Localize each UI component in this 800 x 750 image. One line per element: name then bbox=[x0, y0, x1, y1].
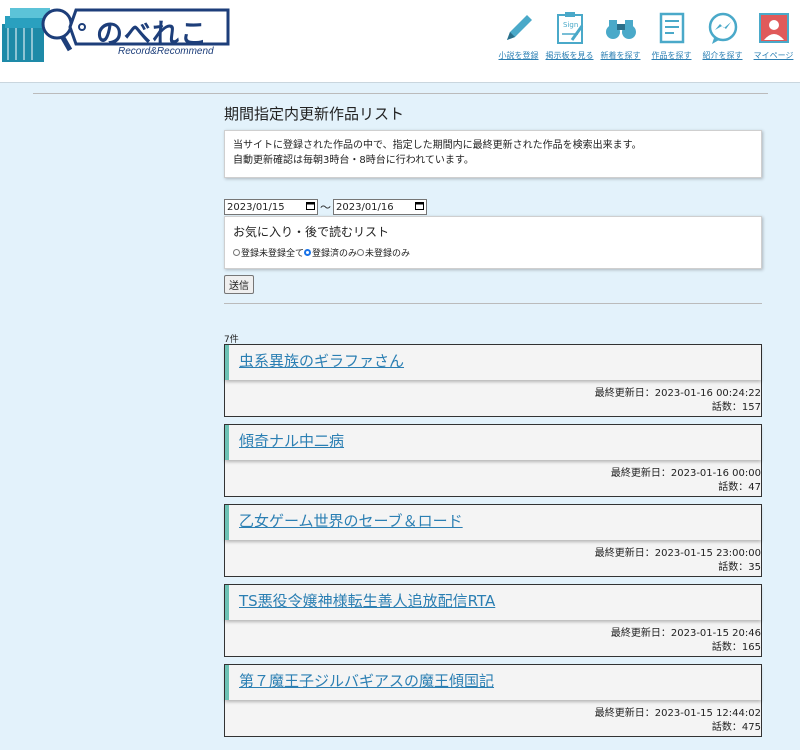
nav-label: 作品を探す bbox=[651, 51, 692, 60]
nav-register-novel[interactable]: 小説を登録 bbox=[496, 8, 541, 61]
work-updated: 最終更新日：2023-01-15 12:44:02 bbox=[594, 708, 761, 719]
work-title-link[interactable]: 乙女ゲーム世界のセーブ＆ロード bbox=[239, 512, 463, 530]
work-episodes: 話数：157 bbox=[711, 402, 761, 413]
nav-find-recommendations[interactable]: 紹介を探す bbox=[700, 8, 745, 61]
work-meta: 最終更新日：2023-01-16 00:24:22 話数：157 bbox=[225, 380, 761, 416]
work-item: 第７魔王子ジルバギアスの魔王傾国記 最終更新日：2023-01-15 12:44… bbox=[224, 664, 762, 737]
page-title: 期間指定内更新作品リスト bbox=[224, 105, 405, 123]
work-title-link[interactable]: 虫系異族のギラファさん bbox=[239, 352, 404, 370]
date-range: 2023/01/15 ～ 2023/01/16 bbox=[224, 198, 762, 216]
favorites-radio-group: 登録未登録全て 登録済のみ 未登録のみ bbox=[233, 246, 753, 259]
work-updated: 最終更新日：2023-01-16 00:24:22 bbox=[594, 388, 761, 399]
work-episodes: 話数：165 bbox=[711, 642, 761, 653]
document-icon bbox=[652, 8, 692, 48]
nav-mypage[interactable]: マイページ bbox=[751, 8, 796, 61]
site-header: のべれこ Record&Recommend 小説を登録 Sign 掲示板を見る … bbox=[0, 0, 800, 83]
calendar-icon[interactable] bbox=[415, 201, 424, 213]
submit-button[interactable]: 送信 bbox=[224, 275, 254, 294]
radio-registered-only[interactable]: 登録済のみ bbox=[304, 246, 357, 259]
calendar-icon[interactable] bbox=[306, 201, 315, 213]
date-from-value: 2023/01/15 bbox=[227, 201, 285, 213]
work-updated: 最終更新日：2023-01-15 20:46 bbox=[610, 628, 761, 639]
work-title-link[interactable]: 第７魔王子ジルバギアスの魔王傾国記 bbox=[239, 672, 494, 690]
radio-label: 未登録のみ bbox=[365, 249, 411, 259]
work-title-bar: 第７魔王子ジルバギアスの魔王傾国記 bbox=[225, 665, 761, 700]
section-divider bbox=[224, 303, 762, 304]
nav-new-arrivals[interactable]: 新着を探す bbox=[598, 8, 643, 61]
description-line: 自動更新確認は毎朝3時台・8時台に行われています。 bbox=[233, 155, 474, 166]
nav-label: 新着を探す bbox=[600, 51, 641, 60]
sign-board-icon: Sign bbox=[550, 8, 590, 48]
work-episodes: 話数：47 bbox=[718, 482, 761, 493]
work-title-bar: 虫系異族のギラファさん bbox=[225, 345, 761, 380]
radio-circle[interactable] bbox=[357, 249, 365, 256]
user-icon bbox=[754, 8, 794, 48]
range-separator: ～ bbox=[320, 201, 331, 214]
date-from-input[interactable]: 2023/01/15 bbox=[224, 199, 318, 215]
work-item: 虫系異族のギラファさん 最終更新日：2023-01-16 00:24:22 話数… bbox=[224, 344, 762, 417]
work-title-link[interactable]: TS悪役令嬢神様転生善人追放配信RTA bbox=[239, 592, 495, 610]
date-to-input[interactable]: 2023/01/16 bbox=[333, 199, 427, 215]
work-meta: 最終更新日：2023-01-15 12:44:02 話数：475 bbox=[225, 700, 761, 736]
radio-circle[interactable] bbox=[233, 249, 240, 256]
svg-text:Sign: Sign bbox=[563, 21, 578, 29]
work-meta: 最終更新日：2023-01-15 23:00:00 話数：35 bbox=[225, 540, 761, 576]
work-title-bar: TS悪役令嬢神様転生善人追放配信RTA bbox=[225, 585, 761, 620]
description-line: 当サイトに登録された作品の中で、指定した期間内に最終更新された作品を検索出来ます… bbox=[233, 140, 642, 151]
site-logo[interactable]: のべれこ Record&Recommend bbox=[2, 4, 232, 66]
pencil-icon bbox=[499, 8, 539, 48]
radio-circle-checked[interactable] bbox=[304, 249, 312, 256]
nav-label: 小説を登録 bbox=[498, 51, 539, 60]
work-meta: 最終更新日：2023-01-15 20:46 話数：165 bbox=[225, 620, 761, 656]
result-count: 7件 bbox=[224, 335, 239, 345]
radio-all[interactable]: 登録未登録全て bbox=[233, 246, 304, 259]
work-title-bar: 乙女ゲーム世界のセーブ＆ロード bbox=[225, 505, 761, 540]
binoculars-icon bbox=[601, 8, 641, 48]
top-divider bbox=[33, 93, 768, 94]
description-box: 当サイトに登録された作品の中で、指定した期間内に最終更新された作品を検索出来ます… bbox=[224, 130, 762, 178]
header-nav: 小説を登録 Sign 掲示板を見る 新着を探す 作品を探す 紹介を探す マイペー… bbox=[496, 8, 796, 61]
radio-label: 登録未登録全て bbox=[241, 249, 305, 259]
work-item: 乙女ゲーム世界のセーブ＆ロード 最終更新日：2023-01-15 23:00:0… bbox=[224, 504, 762, 577]
main-content: 期間指定内更新作品リスト 当サイトに登録された作品の中で、指定した期間内に最終更… bbox=[224, 100, 762, 744]
radio-label: 登録済のみ bbox=[312, 249, 358, 259]
work-title-bar: 傾奇ナル中二病 bbox=[225, 425, 761, 460]
work-meta: 最終更新日：2023-01-16 00:00 話数：47 bbox=[225, 460, 761, 496]
nav-board[interactable]: Sign 掲示板を見る bbox=[545, 8, 594, 61]
nav-label: 紹介を探す bbox=[702, 51, 743, 60]
work-item: TS悪役令嬢神様転生善人追放配信RTA 最終更新日：2023-01-15 20:… bbox=[224, 584, 762, 657]
work-title-link[interactable]: 傾奇ナル中二病 bbox=[239, 432, 344, 450]
work-episodes: 話数：475 bbox=[711, 722, 761, 733]
favorites-filter-title: お気に入り・後で読むリスト bbox=[233, 225, 390, 239]
nav-find-works[interactable]: 作品を探す bbox=[649, 8, 694, 61]
logo-tagline: Record&Recommend bbox=[118, 46, 214, 57]
favorites-filter-box: お気に入り・後で読むリスト 登録未登録全て 登録済のみ 未登録のみ bbox=[224, 216, 762, 269]
date-to-value: 2023/01/16 bbox=[336, 201, 394, 213]
work-updated: 最終更新日：2023-01-15 23:00:00 bbox=[594, 548, 761, 559]
work-updated: 最終更新日：2023-01-16 00:00 bbox=[610, 468, 761, 479]
nav-label: マイページ bbox=[753, 51, 794, 60]
radio-unregistered-only[interactable]: 未登録のみ bbox=[357, 246, 410, 259]
nav-label: 掲示板を見る bbox=[545, 51, 594, 60]
work-item: 傾奇ナル中二病 最終更新日：2023-01-16 00:00 話数：47 bbox=[224, 424, 762, 497]
work-episodes: 話数：35 bbox=[718, 562, 761, 573]
chat-icon bbox=[703, 8, 743, 48]
